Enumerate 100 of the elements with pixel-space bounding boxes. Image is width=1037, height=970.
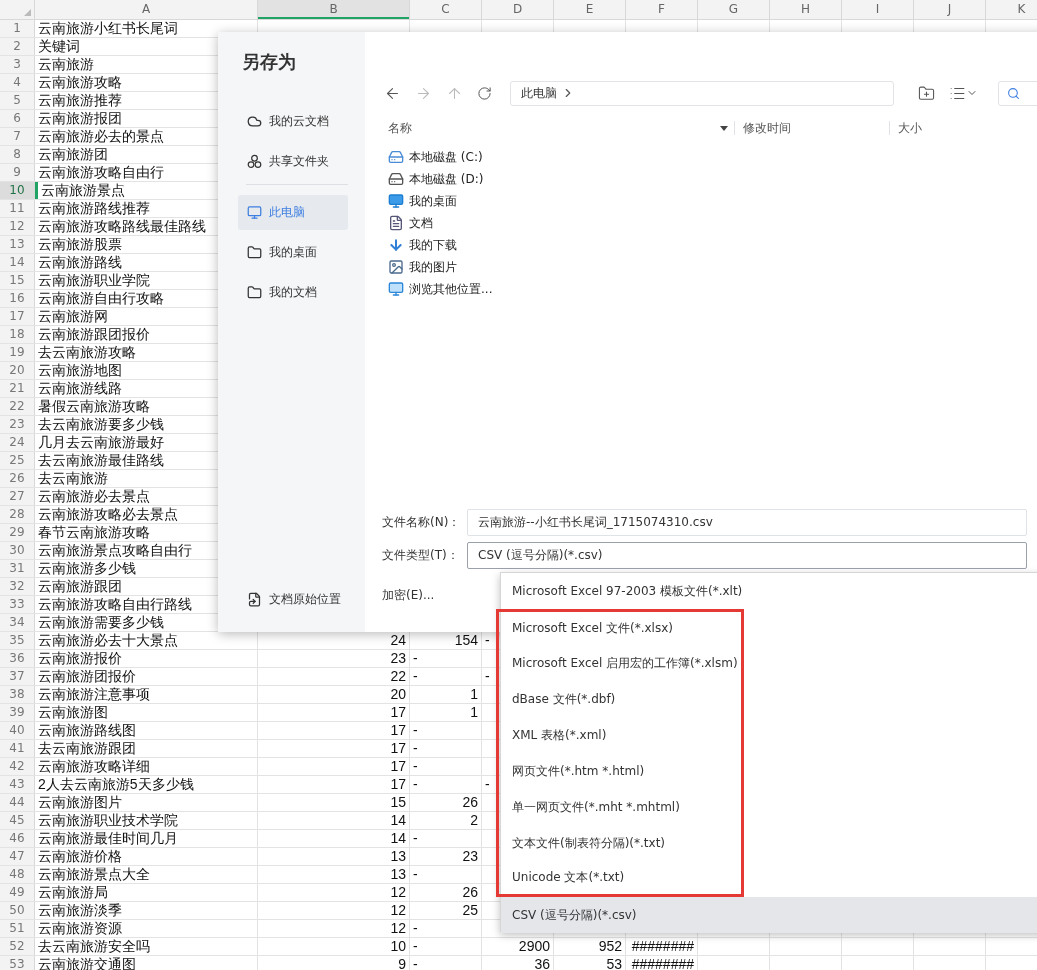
row-number[interactable]: 1 (0, 20, 35, 37)
row-number[interactable]: 38 (0, 686, 35, 703)
row-number[interactable]: 32 (0, 578, 35, 595)
row-number[interactable]: 34 (0, 614, 35, 631)
row-number[interactable]: 16 (0, 290, 35, 307)
table-cell: 23 (258, 650, 410, 667)
dropdown-option[interactable]: Microsoft Excel 97-2003 模板文件(*.xlt) (501, 573, 1037, 609)
share-icon (247, 154, 262, 169)
row-number[interactable]: 2 (0, 38, 35, 55)
dropdown-option[interactable]: XML 表格(*.xml) (496, 717, 744, 753)
row-number[interactable]: 35 (0, 632, 35, 649)
row-number[interactable]: 52 (0, 938, 35, 955)
row-number[interactable]: 33 (0, 596, 35, 613)
field-label: 文件类型(T)： (382, 547, 460, 564)
row-number[interactable]: 21 (0, 380, 35, 397)
table-cell: 去云南旅游跟团 (35, 740, 258, 757)
table-cell: 9 (258, 956, 410, 970)
file-item[interactable]: 本地磁盘 (D:) (388, 168, 1037, 190)
filetype-select[interactable]: CSV (逗号分隔)(*.csv) (467, 542, 1027, 569)
row-number[interactable]: 15 (0, 272, 35, 289)
row-number[interactable]: 40 (0, 722, 35, 739)
row-number[interactable]: 44 (0, 794, 35, 811)
row-number[interactable]: 9 (0, 164, 35, 181)
monitor-icon (247, 205, 262, 220)
row-number[interactable]: 41 (0, 740, 35, 757)
table-cell: 952 (554, 938, 626, 955)
dropdown-option[interactable]: 单一网页文件(*.mht *.mhtml) (496, 789, 744, 825)
file-item[interactable]: 本地磁盘 (C:) (388, 146, 1037, 168)
row-number[interactable]: 42 (0, 758, 35, 775)
row-number[interactable]: 27 (0, 488, 35, 505)
row-number[interactable]: 30 (0, 542, 35, 559)
row-number[interactable]: 43 (0, 776, 35, 793)
row-number[interactable]: 51 (0, 920, 35, 937)
filename-field[interactable]: 云南旅游--小红书长尾词_1715074310.csv (467, 509, 1027, 536)
row-number[interactable]: 6 (0, 110, 35, 127)
dropdown-option[interactable]: Microsoft Excel 文件(*.xlsx) (496, 609, 744, 645)
row-number[interactable]: 19 (0, 344, 35, 361)
table-cell: 26 (410, 884, 482, 901)
row-number[interactable]: 17 (0, 308, 35, 325)
file-item[interactable]: 文档 (388, 212, 1037, 234)
table-cell: 17 (258, 776, 410, 793)
row-number[interactable]: 8 (0, 146, 35, 163)
dropdown-option[interactable]: dBase 文件(*.dbf) (496, 681, 744, 717)
row-number[interactable]: 36 (0, 650, 35, 667)
table-cell: 云南旅游景点大全 (35, 866, 258, 883)
list-column-header[interactable]: 大小 (898, 119, 1037, 137)
row-number[interactable]: 22 (0, 398, 35, 415)
row-number[interactable]: 23 (0, 416, 35, 433)
dropdown-option[interactable]: CSV (逗号分隔)(*.csv) (501, 897, 1037, 933)
folder-plus-icon (918, 84, 935, 102)
table-cell: - (410, 920, 482, 937)
row-number[interactable]: 24 (0, 434, 35, 451)
table-cell: 云南旅游报价 (35, 650, 258, 667)
row-number[interactable]: 46 (0, 830, 35, 847)
sidebar-item[interactable]: 此电脑 (238, 195, 348, 230)
row-number[interactable]: 7 (0, 128, 35, 145)
path-field[interactable]: 此电脑 (510, 80, 894, 106)
table-cell: - (410, 740, 482, 757)
row-number[interactable]: 45 (0, 812, 35, 829)
row-number[interactable]: 48 (0, 866, 35, 883)
row-number[interactable]: 11 (0, 200, 35, 217)
table-cell: 17 (258, 722, 410, 739)
row-number[interactable]: 13 (0, 236, 35, 253)
list-column-header[interactable]: 修改时间 (743, 119, 883, 137)
row-number[interactable]: 20 (0, 362, 35, 379)
file-item[interactable]: 我的下载 (388, 234, 1037, 256)
row-number[interactable]: 18 (0, 326, 35, 343)
row-number[interactable]: 10 (0, 182, 35, 199)
table-cell: 12 (258, 902, 410, 919)
breadcrumb-item[interactable]: 此电脑 (521, 84, 557, 102)
row-number[interactable]: 3 (0, 56, 35, 73)
row-number[interactable]: 25 (0, 452, 35, 469)
row-number[interactable]: 39 (0, 704, 35, 721)
column-header[interactable]: B (258, 0, 410, 19)
row-number[interactable]: 50 (0, 902, 35, 919)
cloud-icon (247, 114, 262, 129)
row-number[interactable]: 47 (0, 848, 35, 865)
list-column-header[interactable]: 名称 (388, 119, 728, 137)
row-number[interactable]: 53 (0, 956, 35, 970)
table-cell: - (410, 722, 482, 739)
row-number[interactable]: 29 (0, 524, 35, 541)
table-cell: 36 (482, 956, 554, 970)
row-number[interactable]: 49 (0, 884, 35, 901)
row-number[interactable]: 31 (0, 560, 35, 577)
row-number[interactable]: 26 (0, 470, 35, 487)
row-number[interactable]: 4 (0, 74, 35, 91)
row-number[interactable]: 5 (0, 92, 35, 109)
row-number[interactable]: 28 (0, 506, 35, 523)
dropdown-option[interactable]: 网页文件(*.htm *.html) (496, 753, 744, 789)
table-cell: 1 (410, 686, 482, 703)
row-number[interactable]: 12 (0, 218, 35, 235)
file-item[interactable]: 我的桌面 (388, 190, 1037, 212)
file-item[interactable]: 浏览其他位置... (388, 278, 1037, 300)
dropdown-option[interactable]: 文本文件(制表符分隔)(*.txt) (496, 825, 744, 861)
row-number[interactable]: 14 (0, 254, 35, 271)
table-cell: - (410, 956, 482, 970)
dropdown-option[interactable]: Microsoft Excel 启用宏的工作簿(*.xlsm) (496, 645, 744, 681)
file-item[interactable]: 我的图片 (388, 256, 1037, 278)
table-cell: 去云南旅游安全吗 (35, 938, 258, 955)
row-number[interactable]: 37 (0, 668, 35, 685)
